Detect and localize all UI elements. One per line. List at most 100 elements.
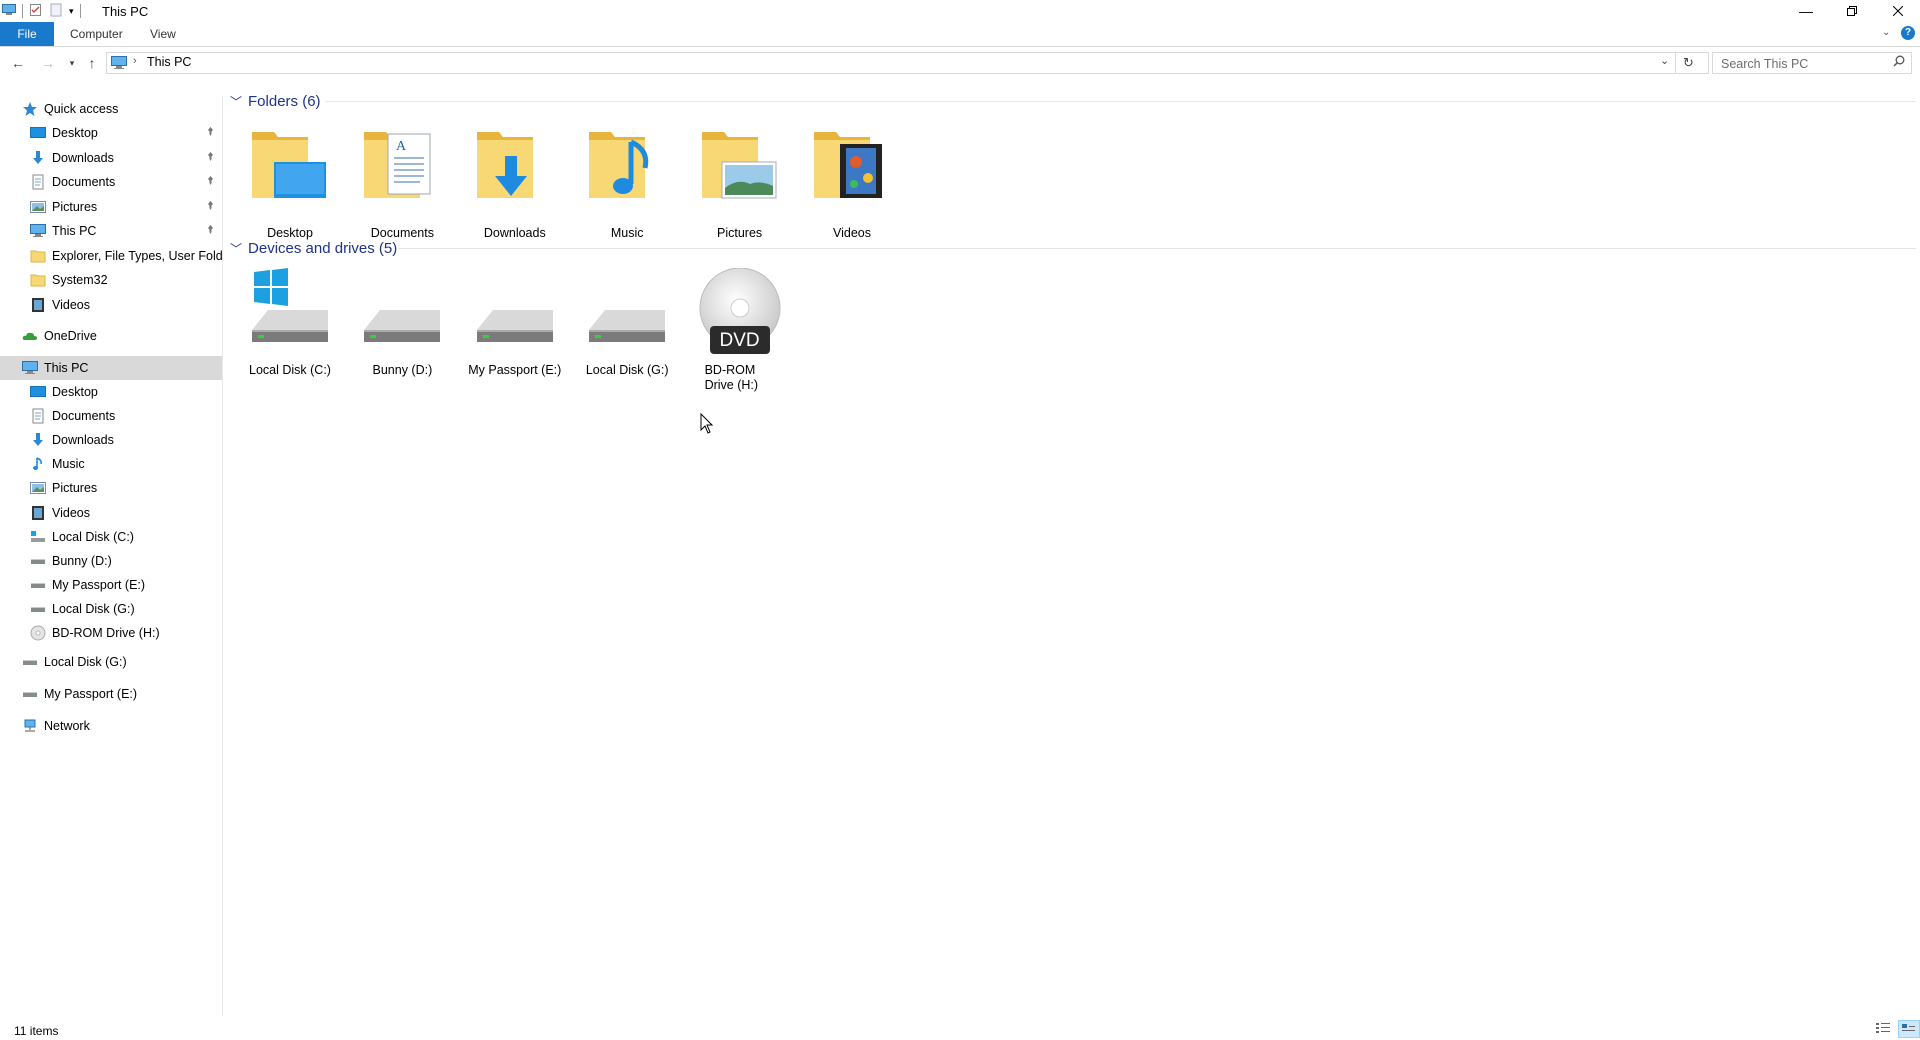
drive-label: Local Disk (C:) [249, 363, 331, 377]
folder-tile[interactable]: Music [572, 124, 682, 241]
pictures-icon [30, 199, 46, 215]
search-box[interactable] [1712, 52, 1912, 74]
system-drive-icon [248, 268, 332, 360]
nav-this-pc-item[interactable]: Pictures [0, 476, 222, 500]
nav-quick-item[interactable]: Downloads [0, 146, 222, 170]
nav-this-pc[interactable]: This PC [0, 356, 222, 380]
address-bar[interactable]: › This PC ⌄ ↻ [106, 52, 1709, 74]
recent-locations-button[interactable]: ▾ [62, 53, 82, 73]
nav-this-pc-item[interactable]: BD-ROM Drive (H:) [0, 621, 222, 645]
back-button[interactable]: ← [8, 53, 28, 73]
nav-drive[interactable]: Local Disk (G:) [0, 650, 222, 674]
new-folder-icon[interactable] [49, 3, 63, 20]
folder-icon [30, 272, 46, 288]
drive-tile[interactable]: Local Disk (C:) [235, 268, 345, 378]
forward-button[interactable]: → [38, 53, 58, 73]
folder-label: Videos [833, 226, 871, 240]
nav-quick-item[interactable]: Pictures [0, 195, 222, 219]
details-view-button[interactable] [1874, 1020, 1896, 1038]
drive-icon [22, 654, 38, 670]
restore-button[interactable] [1829, 0, 1875, 22]
nav-quick-item[interactable]: Desktop [0, 121, 222, 145]
quick-access-toolbar: ▾ [0, 2, 81, 20]
folders-group-header[interactable]: ﹀ Folders (6) [230, 91, 321, 111]
tab-view[interactable]: View [136, 22, 190, 46]
help-icon[interactable]: ? [1901, 26, 1915, 40]
downloads-icon [30, 150, 46, 166]
nav-this-pc-item[interactable]: Videos [0, 501, 222, 525]
nav-drive[interactable]: My Passport (E:) [0, 682, 222, 706]
up-button[interactable]: ↑ [82, 53, 102, 73]
drive-tile[interactable]: My Passport (E:) [460, 268, 570, 378]
nav-item-label: Quick access [44, 102, 119, 116]
computer-icon [22, 360, 38, 376]
desktop-icon [30, 125, 46, 141]
nav-this-pc-item[interactable]: Music [0, 452, 222, 476]
collapse-chevron-icon[interactable]: ﹀ [230, 240, 242, 257]
desktop-icon [30, 384, 46, 400]
computer-icon [30, 223, 46, 239]
minimize-icon: — [1799, 3, 1813, 19]
up-arrow-icon: ↑ [88, 55, 96, 71]
nav-quick-access[interactable]: Quick access [0, 97, 222, 121]
computer-icon [2, 3, 16, 19]
nav-network[interactable]: Network [0, 714, 222, 738]
restore-icon [1847, 6, 1857, 16]
group-divider [326, 101, 1916, 102]
folder-tile[interactable]: Downloads [460, 124, 570, 241]
nav-quick-item[interactable]: Documents [0, 170, 222, 194]
collapse-chevron-icon[interactable]: ﹀ [230, 93, 242, 110]
drive-label: BD-ROM Drive (H:) [704, 363, 759, 392]
close-button[interactable] [1875, 0, 1920, 22]
folder-tile[interactable]: Videos [797, 124, 907, 241]
folder-tile[interactable]: A Documents [347, 124, 457, 241]
nav-quick-item[interactable]: Videos [0, 293, 222, 317]
address-history-chevron-icon[interactable]: ⌄ [1660, 54, 1669, 67]
properties-icon[interactable] [29, 3, 43, 20]
tab-computer[interactable]: Computer [56, 22, 137, 46]
nav-quick-item[interactable]: Explorer, File Types, User Folders [0, 244, 222, 268]
refresh-icon[interactable]: ↻ [1683, 55, 1694, 71]
chevron-down-icon: ▾ [69, 58, 75, 68]
nav-this-pc-item[interactable]: Downloads [0, 428, 222, 452]
nav-item-label: Bunny (D:) [52, 553, 112, 568]
search-icon[interactable] [1893, 55, 1905, 70]
nav-quick-item[interactable]: System32 [0, 268, 222, 292]
breadcrumb-separator-icon[interactable]: › [133, 55, 137, 67]
drive-tile[interactable]: DVD BD-ROM Drive (H:) [685, 267, 795, 393]
nav-onedrive[interactable]: OneDrive [0, 324, 222, 348]
toolbar-separator [79, 4, 81, 18]
minimize-button[interactable]: — [1783, 0, 1829, 22]
nav-this-pc-item[interactable]: Bunny (D:) [0, 549, 222, 573]
search-input[interactable] [1719, 54, 1883, 74]
network-icon [22, 718, 38, 734]
tab-file[interactable]: File [0, 22, 54, 46]
nav-this-pc-item[interactable]: Local Disk (C:) [0, 525, 222, 549]
nav-item-label: Documents [52, 409, 116, 424]
computer-icon [111, 56, 127, 73]
nav-item-label: This PC [44, 361, 89, 375]
large-icons-view-button[interactable] [1898, 1020, 1920, 1038]
pin-icon [206, 200, 215, 213]
pin-icon [206, 151, 215, 164]
dvd-badge: DVD [719, 330, 760, 351]
folder-label: Downloads [483, 226, 546, 240]
folder-tile[interactable]: Pictures [685, 124, 795, 241]
breadcrumb[interactable]: This PC [147, 55, 191, 69]
customize-toolbar-chevron-icon[interactable]: ▾ [69, 6, 74, 17]
nav-this-pc-item[interactable]: Documents [0, 404, 222, 428]
back-arrow-icon: ← [11, 55, 25, 71]
drives-group-header[interactable]: ﹀ Devices and drives (5) [230, 238, 397, 258]
group-divider [398, 248, 1916, 249]
nav-this-pc-item[interactable]: Desktop [0, 380, 222, 404]
desktop-folder-icon [248, 124, 332, 224]
minimize-ribbon-chevron-icon[interactable]: ⌄ [1882, 27, 1890, 38]
nav-this-pc-item[interactable]: Local Disk (G:) [0, 597, 222, 621]
nav-quick-item[interactable]: This PC [0, 219, 222, 243]
drive-tile[interactable]: Local Disk (G:) [572, 268, 682, 378]
nav-this-pc-item[interactable]: My Passport (E:) [0, 573, 222, 597]
navigation-pane: Quick access Desktop Downloads Documents Pic… [0, 96, 223, 1016]
folder-tile[interactable]: Desktop [235, 124, 345, 241]
nav-item-label: Desktop [52, 126, 98, 140]
drive-tile[interactable]: Bunny (D:) [347, 268, 457, 378]
